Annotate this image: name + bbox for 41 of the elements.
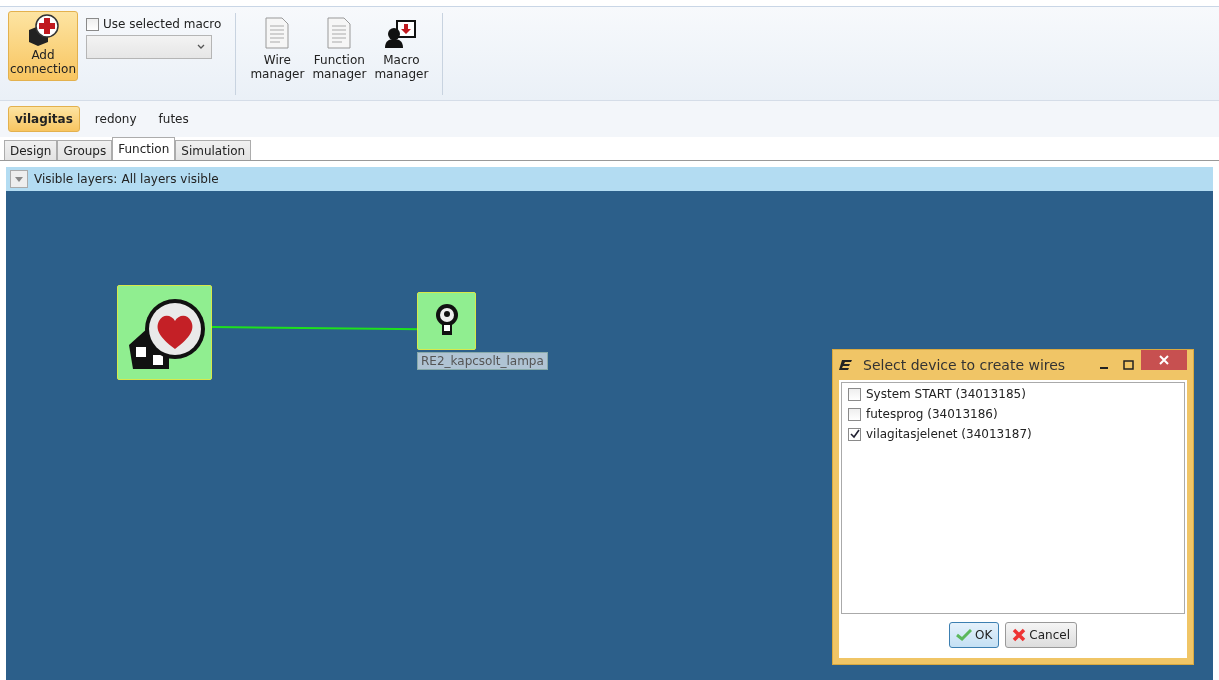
use-macro-label: Use selected macro	[103, 17, 222, 31]
view-tab[interactable]: Design	[4, 140, 58, 160]
view-tab[interactable]: Groups	[57, 140, 113, 160]
caret-icon	[197, 44, 205, 50]
manager-button[interactable]: Wire manager	[250, 11, 305, 81]
layers-label: Visible layers:	[34, 172, 118, 186]
dialog-title: Select device to create wires	[863, 357, 1067, 373]
add-box-icon	[26, 14, 60, 46]
document-tab[interactable]: vilagitas	[8, 106, 80, 132]
minimize-icon	[1100, 367, 1108, 369]
document-icon	[264, 17, 291, 49]
device-checkbox[interactable]	[848, 407, 861, 421]
lamp-node[interactable]	[417, 292, 476, 350]
maximize-icon	[1122, 360, 1134, 370]
node-label: RE2_kapcsolt_lampa	[417, 352, 548, 370]
cancel-button[interactable]: Cancel	[1005, 622, 1077, 648]
document-tab[interactable]: redony	[87, 106, 144, 132]
view-tab[interactable]: Function	[112, 137, 176, 160]
device-label: vilagitasjelenet (34013187)	[866, 427, 1032, 441]
checkmark-icon	[956, 629, 972, 641]
device-label: futesprog (34013186)	[866, 407, 998, 421]
device-label: System START (34013185)	[866, 387, 1026, 401]
use-macro-checkbox[interactable]	[86, 17, 99, 31]
close-icon	[1159, 355, 1169, 365]
layers-dropdown-button[interactable]	[10, 170, 28, 188]
scene-node[interactable]	[117, 285, 212, 380]
caret-icon	[15, 176, 23, 182]
manager-button[interactable]: Macro manager	[374, 11, 429, 81]
cross-icon	[1012, 628, 1027, 642]
document-tab[interactable]: futes	[151, 106, 196, 132]
device-checkbox[interactable]	[848, 387, 861, 401]
view-tab[interactable]: Simulation	[175, 140, 252, 160]
add-connection-button[interactable]: Add connection	[8, 11, 78, 81]
ok-button[interactable]: OK	[949, 622, 1000, 648]
layers-value: All layers visible	[121, 172, 219, 186]
close-button[interactable]	[1141, 350, 1187, 370]
app-logo-icon	[839, 359, 853, 371]
device-checkbox[interactable]	[848, 427, 861, 441]
document-icon	[326, 17, 353, 49]
person-monitor-icon	[385, 17, 418, 49]
manager-button[interactable]: Function manager	[312, 11, 367, 81]
